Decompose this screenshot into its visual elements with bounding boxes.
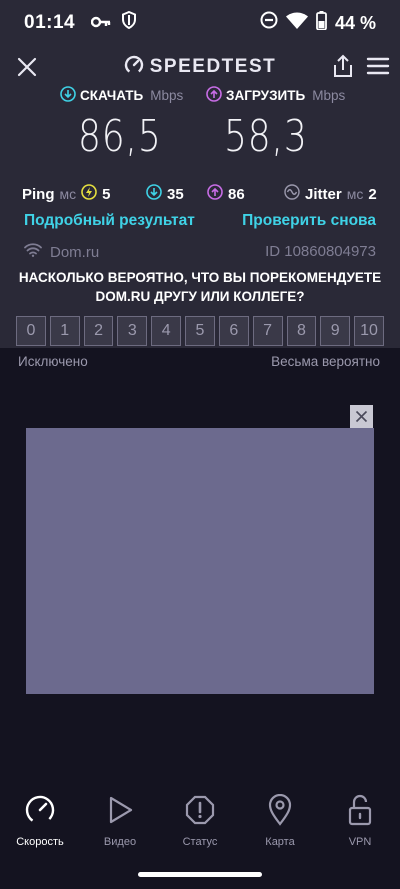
nps-high-label: Весьма вероятно xyxy=(271,354,380,369)
result-panel: SPEEDTEST СКАЧАТЬ Mbps 86,5 ЗАГРУЗИТЬ Mb… xyxy=(0,46,400,369)
nps-option-8[interactable]: 8 xyxy=(286,316,317,346)
menu-button[interactable] xyxy=(366,56,390,76)
provider-name: Dom.ru xyxy=(50,243,100,261)
ping-download: 35 xyxy=(146,184,184,204)
test-again-link[interactable]: Проверить снова xyxy=(242,212,376,230)
speedometer-icon xyxy=(0,790,80,830)
result-id: ID 10860804973 xyxy=(265,243,376,260)
download-result: СКАЧАТЬ Mbps 86,5 xyxy=(60,86,220,162)
latency-metrics: Ping мс 5 35 86 Jitter мс 2 xyxy=(0,176,400,204)
nav-video-label: Видео xyxy=(103,836,137,848)
nps-option-4[interactable]: 4 xyxy=(151,316,182,346)
battery-icon xyxy=(316,10,327,36)
speed-results: СКАЧАТЬ Mbps 86,5 ЗАГРУЗИТЬ Mbps 58,3 xyxy=(0,86,400,176)
nps-option-3[interactable]: 3 xyxy=(117,316,148,346)
nav-vpn[interactable]: VPN xyxy=(320,790,400,860)
provider-row: Dom.ru ID 10860804973 xyxy=(0,232,400,262)
nps-scale: 0 1 2 3 4 5 6 7 8 9 10 xyxy=(0,316,400,346)
speedometer-logo-icon xyxy=(124,55,144,81)
battery-percent: 44 % xyxy=(334,12,376,33)
wifi-provider-icon xyxy=(24,243,42,261)
upload-value: 58,3 xyxy=(224,111,308,162)
download-unit: Mbps xyxy=(150,88,184,103)
ping-upload: 86 xyxy=(207,184,245,204)
ping-unit: мс xyxy=(59,186,77,202)
home-indicator[interactable] xyxy=(138,872,262,877)
ad-close-button[interactable] xyxy=(350,405,373,428)
ping-idle-value: 5 xyxy=(102,185,111,203)
ping-down-icon xyxy=(146,184,162,204)
nps-option-5[interactable]: 5 xyxy=(185,316,215,346)
upload-result: ЗАГРУЗИТЬ Mbps 58,3 xyxy=(206,86,366,162)
app-title: SPEEDTEST xyxy=(149,56,277,77)
ad-banner[interactable] xyxy=(26,428,374,694)
download-arrow-icon xyxy=(60,86,76,105)
jitter-label: Jitter xyxy=(305,185,342,203)
nav-status-label: Статус xyxy=(182,836,218,848)
ping-metric: Ping мс 5 xyxy=(22,184,110,204)
nps-option-7[interactable]: 7 xyxy=(252,316,283,346)
nps-option-10[interactable]: 10 xyxy=(354,316,384,346)
nps-option-1[interactable]: 1 xyxy=(49,316,80,346)
shield-icon xyxy=(121,10,137,35)
jitter-metric: Jitter мс 2 xyxy=(284,184,377,204)
nps-option-6[interactable]: 6 xyxy=(218,316,249,346)
hamburger-icon xyxy=(366,57,390,75)
nps-option-9[interactable]: 9 xyxy=(320,316,351,346)
play-icon xyxy=(80,790,160,830)
jitter-icon xyxy=(284,184,300,204)
lock-open-icon xyxy=(320,790,400,830)
dnd-icon xyxy=(260,11,278,35)
status-bar: 01:14 44 % xyxy=(0,0,400,46)
nav-vpn-label: VPN xyxy=(348,836,372,848)
nps-low-label: Исключено xyxy=(18,354,88,369)
survey-question: НАСКОЛЬКО ВЕРОЯТНО, ЧТО ВЫ ПОРЕКОМЕНДУЕТ… xyxy=(18,270,382,304)
nav-speed[interactable]: Скорость xyxy=(0,790,80,860)
wifi-icon xyxy=(285,12,308,35)
ping-label: Ping xyxy=(22,185,55,203)
nav-map[interactable]: Карта xyxy=(240,790,320,860)
share-button[interactable] xyxy=(332,54,354,78)
download-label: СКАЧАТЬ xyxy=(80,88,144,103)
app-header: SPEEDTEST xyxy=(0,46,400,86)
ping-down-value: 35 xyxy=(167,185,184,203)
close-icon xyxy=(355,410,368,423)
alert-icon xyxy=(160,790,240,830)
ping-up-value: 86 xyxy=(228,185,245,203)
nps-option-2[interactable]: 2 xyxy=(83,316,114,346)
share-icon xyxy=(334,54,352,77)
nav-status[interactable]: Статус xyxy=(160,790,240,860)
upload-arrow-icon xyxy=(206,86,222,105)
ping-idle-icon xyxy=(81,184,97,204)
nps-scale-labels: Исключено Весьма вероятно xyxy=(0,352,400,372)
jitter-unit: мс xyxy=(346,186,364,202)
download-value: 86,5 xyxy=(78,111,162,162)
nps-option-0[interactable]: 0 xyxy=(16,316,46,346)
detailed-result-link[interactable]: Подробный результат xyxy=(24,212,195,230)
map-pin-icon xyxy=(240,790,320,830)
upload-label: ЗАГРУЗИТЬ xyxy=(226,88,306,103)
key-icon xyxy=(90,12,111,34)
status-time: 01:14 xyxy=(24,12,76,33)
jitter-value: 2 xyxy=(368,185,377,203)
result-links: Подробный результат Проверить снова xyxy=(0,204,400,232)
nav-speed-label: Скорость xyxy=(16,836,64,848)
upload-unit: Mbps xyxy=(312,88,346,103)
nav-map-label: Карта xyxy=(265,836,295,848)
bottom-navigation: Скорость Видео Статус Карта VPN xyxy=(0,790,400,860)
nav-video[interactable]: Видео xyxy=(80,790,160,860)
ping-up-icon xyxy=(207,184,223,204)
